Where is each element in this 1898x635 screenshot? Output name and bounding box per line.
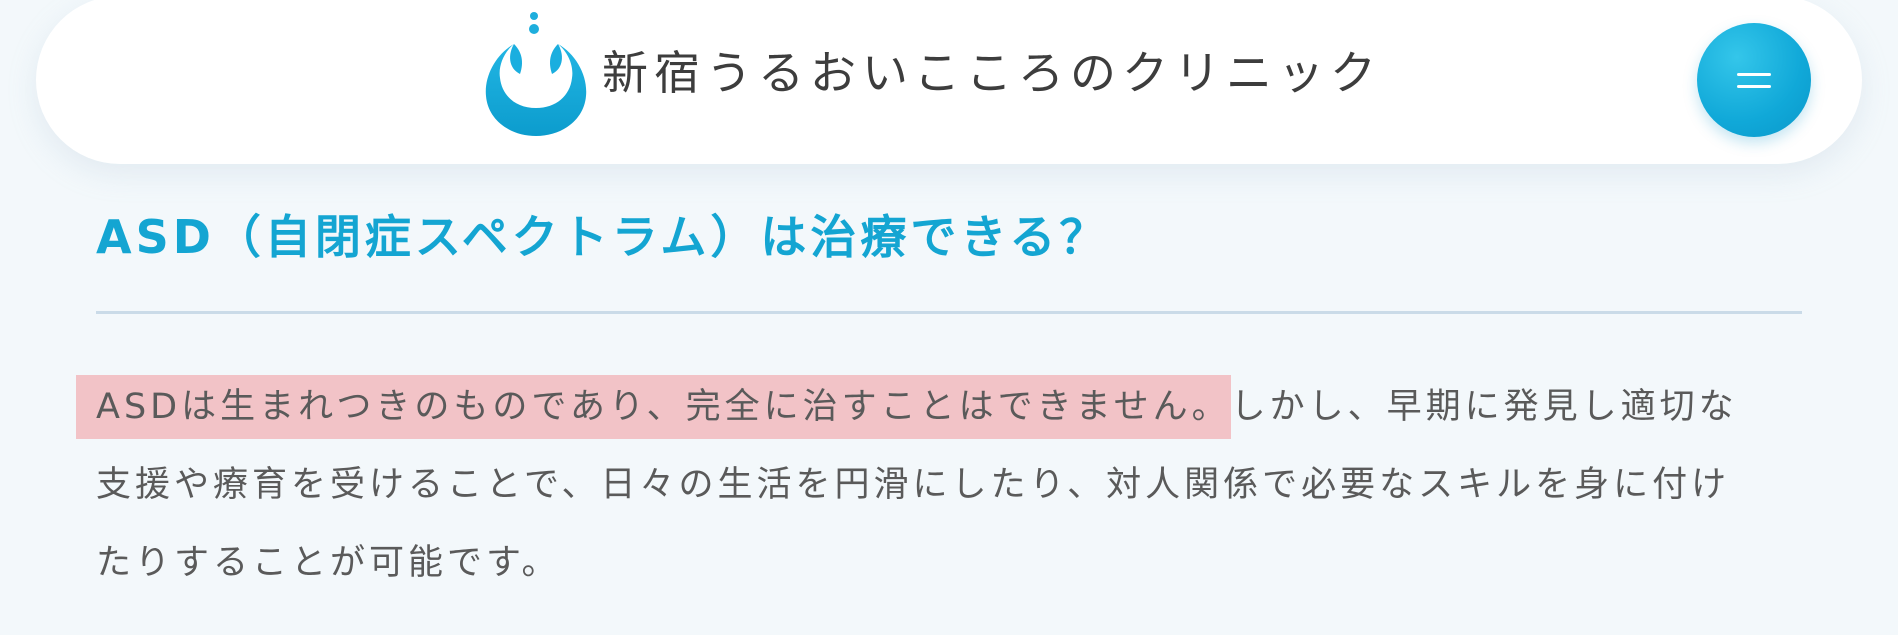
- hamburger-menu-icon: [1737, 68, 1771, 92]
- clinic-name: 新宿うるおいこころのクリニック: [602, 46, 1382, 100]
- paragraph-line-3: たりすることが可能です。: [96, 543, 561, 583]
- clinic-logo-link[interactable]: 新宿うるおいこころのクリニック: [484, 10, 1382, 136]
- highlighted-sentence: ASDは生まれつきのものであり、完全に治すことはできません。: [76, 375, 1231, 439]
- paragraph-line-1: ASDは生まれつきのものであり、完全に治すことはできません。しかし、早期に発見し…: [76, 368, 1816, 446]
- water-drop-logo-icon: [485, 12, 587, 136]
- page: 新宿うるおいこころのクリニック ASD（自閉症スペクトラム）は治療できる？ AS…: [0, 0, 1898, 635]
- heading-divider: [96, 311, 1802, 314]
- menu-button[interactable]: [1697, 23, 1811, 137]
- paragraph-line-2: 支援や療育を受けることで、日々の生活を円滑にしたり、対人関係で必要なスキルを身に…: [96, 465, 1731, 505]
- section-heading: ASD（自閉症スペクトラム）は治療できる？: [96, 210, 1110, 264]
- paragraph-line-1-rest: しかし、早期に発見し適切な: [1230, 387, 1738, 427]
- article-paragraph: ASDは生まれつきのものであり、完全に治すことはできません。しかし、早期に発見し…: [76, 368, 1816, 602]
